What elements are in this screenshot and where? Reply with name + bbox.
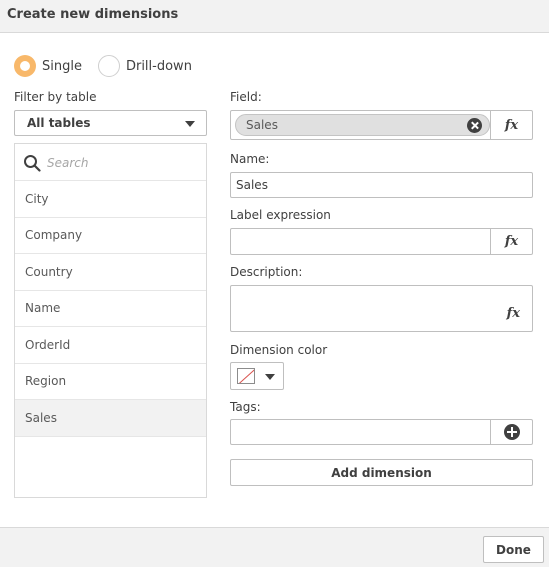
tags-input[interactable] bbox=[230, 419, 533, 445]
description-label: Description: bbox=[230, 265, 303, 279]
list-item-company[interactable]: Company bbox=[15, 218, 206, 254]
description-input[interactable]: fx bbox=[230, 285, 533, 332]
field-label: Field: bbox=[230, 90, 262, 104]
add-tag-button[interactable] bbox=[490, 420, 532, 444]
mode-selector: Single Drill-down bbox=[14, 55, 192, 77]
caret-down-icon bbox=[185, 121, 195, 127]
field-list: City Company Country Name OrderId Region… bbox=[14, 143, 207, 498]
list-item-country[interactable]: Country bbox=[15, 254, 206, 291]
search-icon bbox=[24, 155, 41, 172]
caret-down-icon bbox=[265, 374, 275, 380]
dialog-header: Create new dimensions bbox=[0, 0, 549, 33]
filter-by-table-label: Filter by table bbox=[14, 90, 97, 104]
name-input[interactable] bbox=[230, 172, 533, 198]
field-chip[interactable]: Sales bbox=[235, 114, 490, 136]
drilldown-radio-label[interactable]: Drill-down bbox=[126, 59, 192, 74]
list-item-sales[interactable]: Sales bbox=[15, 400, 206, 437]
clear-icon[interactable] bbox=[467, 118, 482, 133]
tags-label: Tags: bbox=[230, 400, 261, 414]
dimension-color-label: Dimension color bbox=[230, 343, 328, 357]
search-row bbox=[15, 144, 206, 181]
search-input[interactable] bbox=[45, 152, 195, 174]
name-label: Name: bbox=[230, 152, 270, 166]
table-filter-select[interactable]: All tables bbox=[14, 110, 207, 136]
label-expression-fx-button[interactable]: fx bbox=[490, 229, 532, 254]
field-expression-button[interactable]: fx bbox=[490, 111, 532, 139]
table-filter-value: All tables bbox=[27, 116, 91, 130]
description-fx-button[interactable]: fx bbox=[507, 306, 520, 321]
list-item-name[interactable]: Name bbox=[15, 291, 206, 327]
list-item-orderid[interactable]: OrderId bbox=[15, 327, 206, 364]
dialog-footer: Done bbox=[0, 527, 549, 567]
field-selector: Sales fx bbox=[230, 110, 533, 140]
no-color-icon bbox=[237, 368, 255, 384]
label-expression-label: Label expression bbox=[230, 208, 331, 222]
done-button[interactable]: Done bbox=[483, 536, 544, 563]
single-radio[interactable] bbox=[14, 55, 36, 77]
label-expression-input[interactable]: fx bbox=[230, 228, 533, 255]
list-item-city[interactable]: City bbox=[15, 181, 206, 218]
plus-icon bbox=[503, 424, 520, 440]
list-item-region[interactable]: Region bbox=[15, 364, 206, 400]
drilldown-radio[interactable] bbox=[97, 55, 120, 77]
single-radio-label[interactable]: Single bbox=[42, 59, 82, 74]
dialog-title: Create new dimensions bbox=[7, 7, 179, 22]
dimension-color-picker[interactable] bbox=[230, 362, 284, 390]
field-chip-label: Sales bbox=[246, 118, 278, 132]
add-dimension-button[interactable]: Add dimension bbox=[230, 459, 533, 486]
